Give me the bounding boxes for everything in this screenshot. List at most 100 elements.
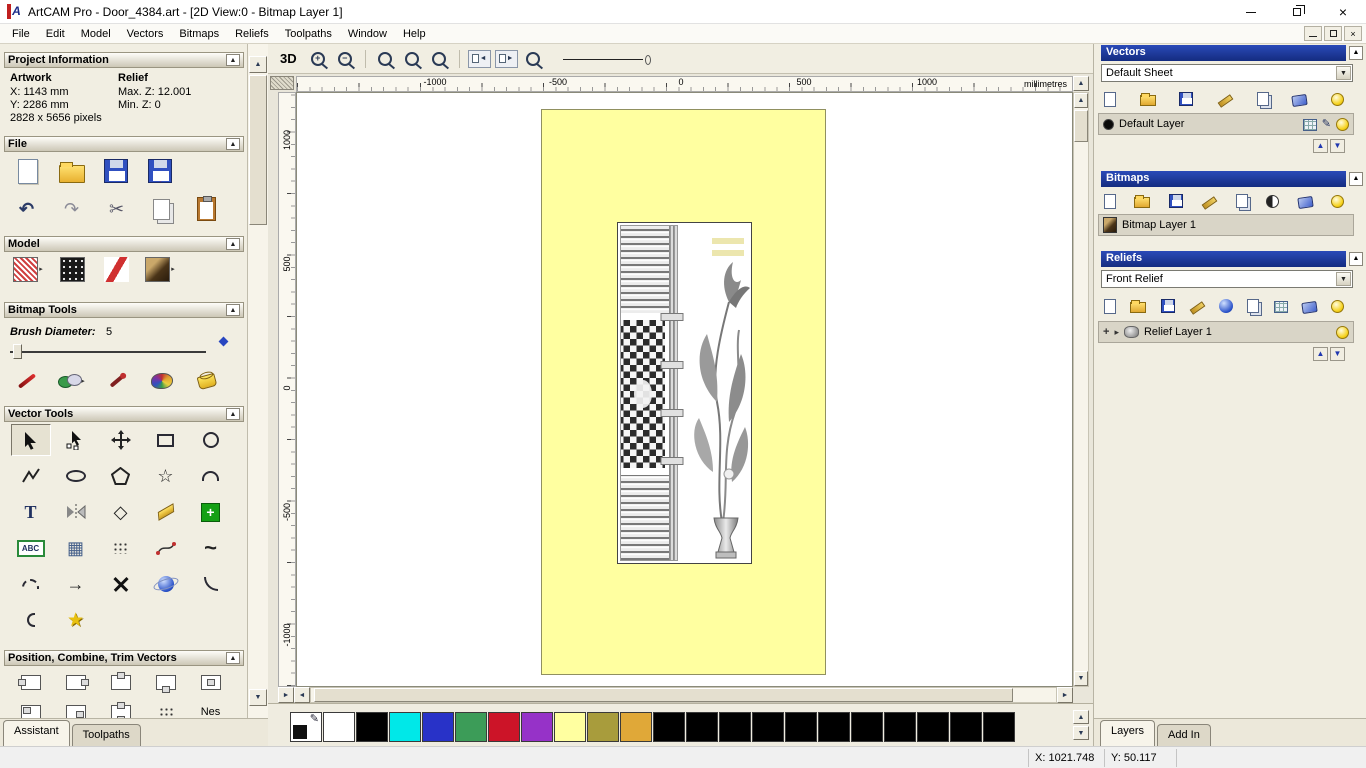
zoom-1to1-button[interactable] [401, 49, 424, 69]
bitmap-contrast-icon[interactable] [1266, 194, 1280, 208]
brush-slider-handle[interactable] [13, 344, 22, 359]
canvas-vscroll-thumb[interactable] [1074, 110, 1088, 142]
mdi-close-button[interactable]: × [1344, 26, 1362, 41]
zoom-in-button[interactable]: + [307, 49, 330, 69]
menu-model[interactable]: Model [73, 24, 119, 44]
collapse-icon[interactable]: ▲ [226, 54, 240, 66]
colour-swatch[interactable] [620, 712, 652, 742]
hscroll-track[interactable] [310, 687, 1057, 703]
slice-vectors-button[interactable] [102, 697, 140, 718]
panel-splitter-button[interactable]: ► [278, 687, 294, 703]
copy-relief-layer-icon[interactable] [1247, 299, 1260, 313]
transform-vectors-tool[interactable] [101, 424, 141, 456]
align-left-button[interactable] [12, 667, 50, 697]
colour-swatch[interactable] [818, 712, 850, 742]
colour-swatch[interactable] [752, 712, 784, 742]
menu-bitmaps[interactable]: Bitmaps [171, 24, 227, 44]
next-view-button[interactable]: ► [494, 49, 518, 68]
fillet-tool[interactable] [11, 604, 51, 636]
paste-button[interactable] [188, 194, 226, 224]
collapse-icon[interactable]: ▲ [226, 138, 240, 150]
menu-help[interactable]: Help [395, 24, 434, 44]
spin-vectors-tool[interactable] [146, 568, 186, 600]
tab-layers[interactable]: Layers [1100, 720, 1156, 746]
subtract-vectors-button[interactable] [57, 697, 95, 718]
block-paste-tool[interactable] [101, 532, 141, 564]
canvas-vertical-scrollbar[interactable]: ▲ ▼ [1073, 92, 1089, 687]
relief-layer-row[interactable]: + ▸ Relief Layer 1 [1098, 321, 1354, 343]
import-model-button[interactable] [141, 156, 179, 186]
smooth-polyline-tool[interactable]: ~ [191, 532, 231, 564]
new-relief-layer-icon[interactable] [1104, 298, 1116, 314]
collapse-icon[interactable]: ▲ [226, 652, 240, 664]
snap-layer-icon[interactable] [1302, 119, 1317, 131]
toggle-visibility-icon[interactable] [1330, 92, 1344, 106]
scroll-down-button[interactable]: ▼ [249, 689, 267, 706]
colour-swatch[interactable] [950, 712, 982, 742]
offset-vectors-tool[interactable] [146, 496, 186, 528]
colour-swatch[interactable] [554, 712, 586, 742]
collapse-icon[interactable]: ▲ [226, 408, 240, 420]
trim-vectors-tool[interactable] [101, 568, 141, 600]
open-relief-layer-icon[interactable] [1130, 300, 1147, 313]
menu-window[interactable]: Window [340, 24, 395, 44]
pick-colour-button[interactable] [98, 366, 136, 396]
create-rectangle-tool[interactable] [146, 424, 186, 456]
palette-button[interactable] [143, 366, 181, 396]
bitmaps-collapse-button[interactable]: ▲ [1349, 172, 1363, 186]
measure-tool[interactable]: ◇ [101, 496, 141, 528]
colour-swatch[interactable] [356, 712, 388, 742]
previous-view-button[interactable]: ◄ [467, 49, 491, 68]
menu-toolpaths[interactable]: Toolpaths [277, 24, 340, 44]
new-model-button[interactable] [9, 156, 47, 186]
fit-arcs-tool[interactable] [11, 568, 51, 600]
move-relief-up-button[interactable]: ▲ [1313, 347, 1328, 361]
open-bitmap-layer-icon[interactable] [1134, 195, 1151, 208]
colour-swatch[interactable] [851, 712, 883, 742]
relief-visibility-icon[interactable] [1331, 299, 1344, 313]
move-layer-up-button[interactable]: ▲ [1313, 139, 1328, 153]
save-model-button[interactable] [97, 156, 135, 186]
adjust-model-button[interactable] [53, 254, 91, 284]
collapse-icon[interactable]: ▲ [226, 304, 240, 316]
open-model-button[interactable] [53, 156, 91, 186]
mdi-minimize-button[interactable] [1304, 26, 1322, 41]
move-relief-down-button[interactable]: ▼ [1330, 347, 1345, 361]
colour-swatch[interactable] [422, 712, 454, 742]
move-layer-down-button[interactable]: ▼ [1330, 139, 1345, 153]
flood-fill-button[interactable] [188, 366, 226, 396]
tab-toolpaths[interactable]: Toolpaths [71, 724, 141, 746]
set-model-size-button[interactable]: ▸ [9, 254, 47, 284]
scroll-up-button[interactable]: ▲ [249, 56, 267, 73]
relief-3d-icon[interactable] [1219, 299, 1233, 313]
select-vectors-tool[interactable] [10, 424, 51, 456]
create-polyline-tool[interactable] [11, 460, 51, 492]
save-relief-layer-icon[interactable] [1160, 299, 1175, 313]
align-bottom-button[interactable] [147, 667, 185, 697]
menu-file[interactable]: File [4, 24, 38, 44]
minimize-button[interactable] [1228, 0, 1274, 24]
join-vectors-tool[interactable]: → [56, 568, 96, 600]
redo-button[interactable]: ↷ [53, 194, 91, 224]
relief-grid-icon[interactable] [1273, 301, 1288, 313]
canvas-scroll-left-button[interactable]: ◄ [294, 687, 310, 703]
mdi-restore-button[interactable] [1324, 26, 1342, 41]
tab-assistant[interactable]: Assistant [3, 720, 70, 746]
model-lighting-button[interactable] [97, 254, 135, 284]
vectors-collapse-button[interactable]: ▲ [1349, 46, 1363, 60]
layer-colour-swatch[interactable] [1103, 118, 1114, 130]
merge-relief-layer-icon[interactable] [1189, 299, 1205, 313]
merge-layer-icon[interactable] [1217, 92, 1233, 106]
create-starburst-tool[interactable]: ★ [56, 604, 96, 636]
create-star-tool[interactable]: ☆ [146, 460, 186, 492]
canvas-horizontal-scrollbar[interactable]: ► ◄ ► [278, 687, 1073, 703]
menu-vectors[interactable]: Vectors [119, 24, 172, 44]
free-smooth-tool[interactable] [191, 568, 231, 600]
scatter-copies-button[interactable] [147, 697, 185, 718]
restore-button[interactable] [1274, 0, 1320, 24]
drawing-canvas[interactable] [296, 92, 1073, 687]
weld-vectors-button[interactable] [12, 697, 50, 718]
menu-reliefs[interactable]: Reliefs [227, 24, 277, 44]
mirror-vectors-tool[interactable] [56, 496, 96, 528]
expand-icon[interactable]: ▸ [1114, 327, 1119, 338]
